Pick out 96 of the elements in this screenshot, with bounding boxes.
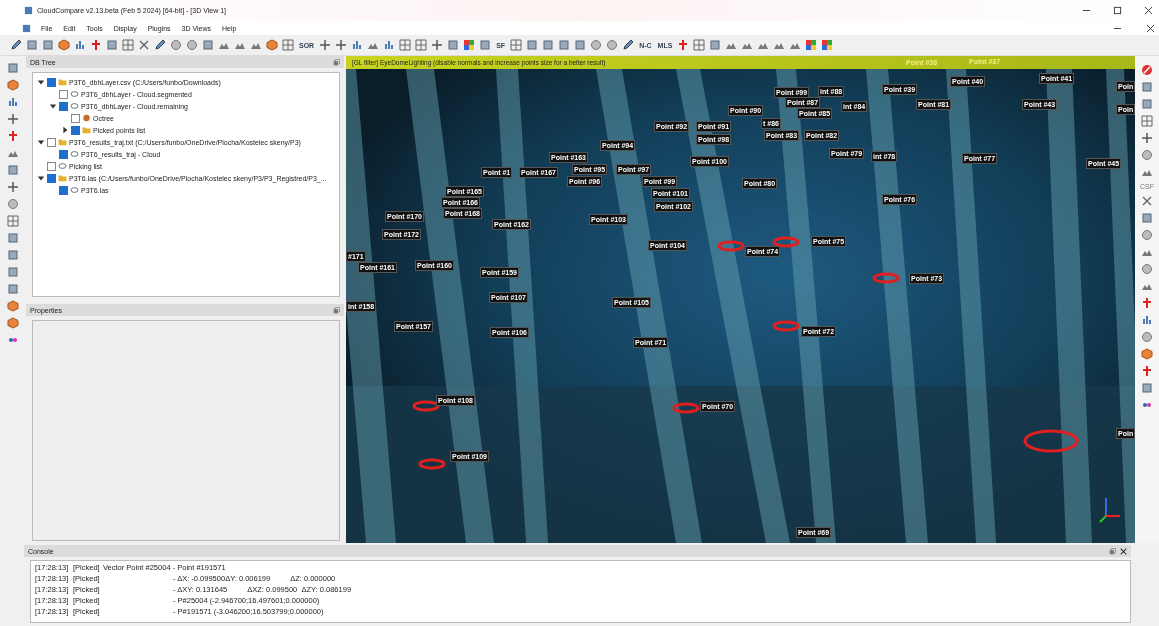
circle-icon[interactable] — [1141, 229, 1153, 241]
plus-icon[interactable] — [7, 181, 19, 193]
bar-chart-icon[interactable] — [7, 96, 19, 108]
cube-icon[interactable] — [58, 39, 70, 51]
square-icon[interactable] — [7, 232, 19, 244]
plus-icon[interactable] — [319, 39, 332, 51]
cube-icon[interactable] — [7, 79, 19, 91]
bar-chart-icon[interactable] — [74, 39, 86, 51]
cube-icon[interactable] — [7, 317, 19, 329]
grid-icon[interactable] — [693, 39, 706, 51]
cross-icon[interactable] — [1141, 195, 1153, 207]
expand-arrow-icon[interactable] — [49, 102, 57, 110]
stop-icon[interactable] — [1141, 64, 1153, 76]
grid-icon[interactable] — [510, 39, 523, 51]
close-icon[interactable] — [1120, 547, 1127, 555]
octree-icon — [82, 114, 91, 122]
close-icon[interactable] — [1144, 6, 1153, 15]
square-icon[interactable] — [1141, 382, 1153, 394]
float-icon[interactable] — [333, 58, 340, 66]
cube-icon[interactable] — [7, 300, 19, 312]
checkbox[interactable] — [47, 77, 56, 87]
color-grid-icon[interactable] — [821, 39, 834, 51]
expand-arrow-icon[interactable] — [61, 126, 69, 134]
square-icon[interactable] — [542, 39, 555, 51]
square-icon[interactable] — [1141, 212, 1153, 224]
plus-icon[interactable] — [7, 113, 19, 125]
checkbox[interactable] — [59, 149, 68, 159]
expand-arrow-icon[interactable] — [37, 174, 45, 182]
square-icon[interactable] — [106, 39, 118, 51]
checkbox[interactable] — [59, 101, 68, 111]
square-icon[interactable] — [1141, 81, 1153, 93]
maximize-icon[interactable] — [1113, 6, 1122, 15]
close-icon[interactable] — [1146, 23, 1155, 33]
grid-icon[interactable] — [282, 39, 294, 51]
square-icon[interactable] — [7, 283, 19, 295]
grid-icon[interactable] — [122, 39, 134, 51]
square-icon[interactable] — [7, 62, 19, 74]
circle-icon[interactable] — [186, 39, 198, 51]
folder-icon — [82, 126, 91, 134]
checkbox[interactable] — [71, 113, 80, 123]
square-icon[interactable] — [526, 39, 539, 51]
color-grid-icon[interactable] — [463, 39, 476, 51]
checkbox[interactable] — [59, 185, 68, 195]
checkbox[interactable] — [47, 161, 56, 171]
checkbox[interactable] — [47, 173, 56, 183]
cross-icon[interactable] — [138, 39, 150, 51]
circle-icon[interactable] — [1141, 149, 1153, 161]
bar-chart-icon[interactable] — [383, 39, 396, 51]
square-icon[interactable] — [709, 39, 722, 51]
circle-icon[interactable] — [7, 198, 19, 210]
checkbox[interactable] — [59, 89, 68, 99]
square-icon[interactable] — [558, 39, 571, 51]
square-icon[interactable] — [7, 266, 19, 278]
expand-arrow-icon[interactable] — [37, 78, 45, 86]
checkbox[interactable] — [47, 137, 56, 147]
marker-plus-icon[interactable] — [1141, 297, 1153, 309]
circle-icon[interactable] — [170, 39, 182, 51]
expand-arrow-icon[interactable] — [37, 138, 45, 146]
float-icon[interactable] — [1109, 547, 1116, 555]
checkbox[interactable] — [71, 125, 80, 135]
color-grid-icon[interactable] — [805, 39, 818, 51]
square-icon[interactable] — [7, 249, 19, 261]
circle-icon[interactable] — [1141, 331, 1153, 343]
plus-icon[interactable] — [335, 39, 348, 51]
plus-icon[interactable] — [1141, 132, 1153, 144]
circle-icon[interactable] — [590, 39, 603, 51]
square-icon[interactable] — [7, 164, 19, 176]
square-icon[interactable] — [574, 39, 587, 51]
plus-icon[interactable] — [431, 39, 444, 51]
pencil-icon[interactable] — [154, 39, 166, 51]
folder-icon — [58, 138, 67, 146]
bar-chart-icon[interactable] — [1141, 314, 1153, 326]
float-icon[interactable] — [333, 306, 340, 314]
marker-plus-icon[interactable] — [1141, 365, 1153, 377]
marker-plus-icon[interactable] — [90, 39, 102, 51]
square-icon[interactable] — [26, 39, 38, 51]
circle-icon[interactable] — [1141, 263, 1153, 275]
pencil-icon[interactable] — [10, 39, 22, 51]
folder-icon — [58, 78, 67, 86]
square-icon[interactable] — [479, 39, 492, 51]
folder-icon — [58, 174, 67, 182]
square-icon[interactable] — [1141, 98, 1153, 110]
cube-icon[interactable] — [266, 39, 278, 51]
bar-chart-icon[interactable] — [351, 39, 364, 51]
square-icon[interactable] — [447, 39, 460, 51]
cube-icon[interactable] — [1141, 348, 1153, 360]
cloud-icon — [70, 186, 79, 194]
grid-icon[interactable] — [399, 39, 412, 51]
pencil-icon[interactable] — [622, 39, 635, 51]
grid-icon[interactable] — [7, 215, 19, 227]
marker-plus-icon[interactable] — [7, 130, 19, 142]
square-icon[interactable] — [202, 39, 214, 51]
marker-plus-icon[interactable] — [677, 39, 690, 51]
grid-icon[interactable] — [1141, 115, 1153, 127]
grid-icon[interactable] — [415, 39, 428, 51]
square-icon[interactable] — [42, 39, 54, 51]
